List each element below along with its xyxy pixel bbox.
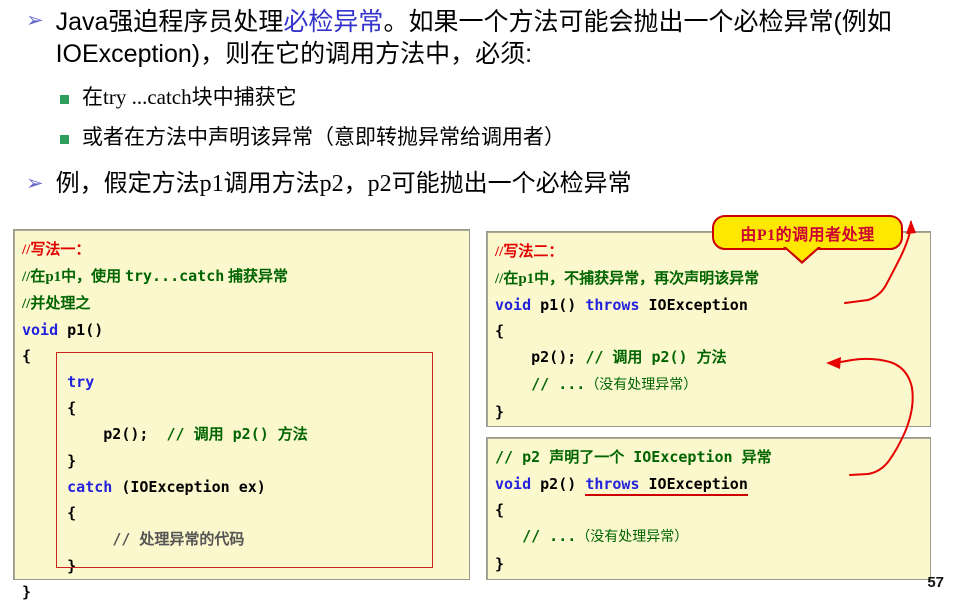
sub-bullet-item-1-text: 在try ...catch块中捕获它 — [82, 85, 297, 109]
code-block-p2-declaration: // p2 声明了一个 IOException 异常 void p2() thr… — [486, 437, 931, 580]
sub-bullet-item-2-text: 或者在方法中声明该异常（意即转抛异常给调用者） — [82, 125, 565, 149]
bullet-item-1-text: Java强迫程序员处理必检异常。如果一个方法可能会抛出一个必检异常(例如IOEx… — [56, 6, 931, 70]
square-bullet-icon — [60, 135, 69, 144]
sub-bullet-item-2: 或者在方法中声明该异常（意即转抛异常给调用者） — [60, 124, 900, 151]
code-right-top-content: //写法二： //在p1中，不捕获异常，再次声明该异常 void p1() th… — [495, 244, 760, 421]
code-left-content: //写法一： //在p1中，使用 try...catch 捕获异常 //并处理之… — [22, 242, 308, 601]
bullet-item-example: ➢ 例，假定方法p1调用方法p2，p2可能抛出一个必检异常 — [26, 169, 931, 199]
square-bullet-icon — [60, 95, 69, 104]
bullet-1-seg-1: 必检异常 — [283, 8, 384, 36]
bullet-1-seg-0: Java强迫程序员处理 — [55, 8, 284, 36]
code-right-bottom-content: // p2 声明了一个 IOException 异常 void p2() thr… — [495, 448, 772, 573]
callout-bubble: 由P1的调用者处理 — [712, 215, 903, 250]
arrow-bullet-icon: ➢ — [26, 8, 44, 32]
code-block-approach-one: //写法一： //在p1中，使用 try...catch 捕获异常 //并处理之… — [13, 229, 470, 601]
arrow-bullet-icon: ➢ — [26, 171, 44, 195]
page-number: 57 — [927, 574, 944, 591]
code-block-approach-two: //写法二： //在p1中，不捕获异常，再次声明该异常 void p1() th… — [486, 231, 931, 427]
callout-text: 由P1的调用者处理 — [740, 226, 875, 244]
bullet-item-1: ➢ Java强迫程序员处理必检异常。如果一个方法可能会抛出一个必检异常(例如IO… — [26, 6, 931, 70]
sub-bullet-item-1: 在try ...catch块中捕获它 — [60, 84, 880, 111]
bullet-list: ➢ Java强迫程序员处理必检异常。如果一个方法可能会抛出一个必检异常(例如IO… — [0, 0, 960, 212]
bullet-example-text: 例，假定方法p1调用方法p2，p2可能抛出一个必检异常 — [55, 171, 632, 197]
callout-tail — [786, 247, 818, 261]
